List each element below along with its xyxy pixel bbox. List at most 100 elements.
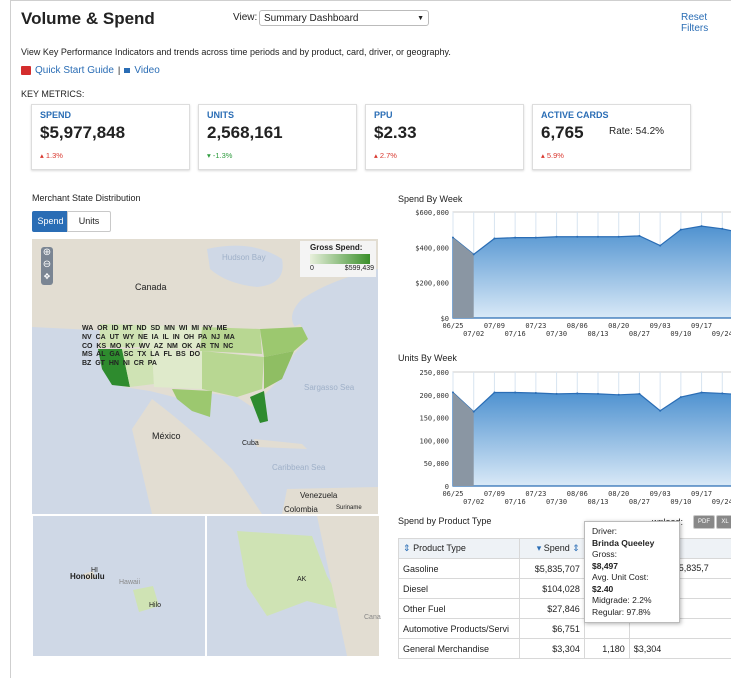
state-label[interactable]: NE (138, 334, 148, 341)
state-label[interactable]: FL (163, 351, 172, 358)
legend-gradient (310, 254, 370, 264)
hawaii-map[interactable]: Honolulu HI Hawaii Hilo (32, 515, 206, 657)
state-label[interactable]: NJ (211, 334, 220, 341)
state-label[interactable]: IA (152, 334, 159, 341)
state-label[interactable]: MS (82, 351, 93, 358)
state-label[interactable]: ME (217, 325, 228, 332)
state-label[interactable]: ID (112, 325, 119, 332)
pan-icon[interactable]: ✥ (41, 271, 53, 283)
state-label[interactable]: IN (173, 334, 180, 341)
state-label[interactable]: IL (163, 334, 169, 341)
table-row[interactable]: Automotive Products/Servi $6,751 (399, 619, 731, 639)
active-cards-card[interactable]: ACTIVE CARDS 6,765 Rate: 54.2% ▴ 5.9% (532, 104, 691, 170)
state-label[interactable]: NC (223, 343, 233, 350)
state-label[interactable]: TX (137, 351, 146, 358)
video-link[interactable]: Video (134, 65, 159, 76)
map-toggle-units[interactable]: Units (67, 211, 111, 232)
alaska-map[interactable]: AK Cana (206, 515, 380, 657)
zoom-in-icon[interactable]: ⊕ (41, 247, 53, 259)
state-label[interactable]: UT (110, 334, 119, 341)
data-point (535, 237, 537, 239)
state-label[interactable]: CA (96, 334, 106, 341)
state-label[interactable]: PA (148, 360, 157, 367)
x-tick-label: 09/03 (650, 490, 671, 498)
table-row[interactable]: Gasoline $5,835,707 2 $5,835,7 (399, 559, 731, 579)
state-label[interactable]: DO (190, 351, 201, 358)
x-tick-label: 06/25 (442, 322, 463, 330)
state-tx (172, 389, 212, 417)
state-label[interactable]: BZ (82, 360, 91, 367)
state-label[interactable]: SD (150, 325, 160, 332)
state-label[interactable]: OR (97, 325, 108, 332)
state-label[interactable]: NY (203, 325, 213, 332)
units-card[interactable]: UNITS 2,568,161 ▾ -1.3% (198, 104, 357, 170)
label-cana: Cana (364, 614, 381, 621)
state-label[interactable]: MN (164, 325, 175, 332)
state-label[interactable]: HN (109, 360, 119, 367)
cell-product: Diesel (399, 579, 520, 599)
state-label[interactable]: SC (124, 351, 134, 358)
state-abbreviations: WA OR ID MT ND SD MN WI MI NY ME NV CA U… (82, 325, 312, 369)
state-label[interactable]: GA (109, 351, 120, 358)
state-label[interactable]: AR (196, 343, 206, 350)
state-label[interactable]: AZ (154, 343, 163, 350)
state-label[interactable]: AL (96, 351, 105, 358)
main-map[interactable]: ⊕ ⊖ ✥ Hudson Bay Canada México Sargasso … (32, 239, 378, 514)
ppu-card[interactable]: PPU $2.33 ▴ 2.7% (365, 104, 524, 170)
hawaii-svg (33, 516, 205, 656)
tooltip-driver-label: Driver: (592, 526, 672, 538)
link-separator: | (118, 65, 120, 76)
units-chart[interactable]: 250,000200,000150,000100,00050,000006/25… (398, 366, 731, 514)
state-label[interactable]: WV (139, 343, 150, 350)
map-title: Merchant State Distribution (32, 193, 141, 203)
state-label[interactable]: KS (96, 343, 106, 350)
cell-spend: $6,751 (519, 619, 584, 639)
state-label[interactable]: LA (150, 351, 159, 358)
reset-filters-link[interactable]: Reset Filters (681, 12, 731, 34)
state-label[interactable]: WY (123, 334, 134, 341)
state-label[interactable]: WA (82, 325, 93, 332)
state-label[interactable]: KY (125, 343, 135, 350)
state-label[interactable]: WI (179, 325, 188, 332)
state-label[interactable]: CO (82, 343, 93, 350)
table-row[interactable]: Diesel $104,028 (399, 579, 731, 599)
state-label[interactable]: OK (182, 343, 193, 350)
quick-start-link[interactable]: Quick Start Guide (35, 65, 114, 76)
state-label[interactable]: NM (167, 343, 178, 350)
spend-card[interactable]: SPEND $5,977,848 ▴ 1.3% (31, 104, 190, 170)
state-label[interactable]: MI (191, 325, 199, 332)
state-label[interactable]: MT (122, 325, 132, 332)
state-label[interactable]: CR (134, 360, 144, 367)
x-tick-label: 07/16 (505, 330, 526, 338)
view-select[interactable]: Summary Dashboard ▼ (259, 10, 429, 26)
state-label[interactable]: ND (136, 325, 146, 332)
spend-chart[interactable]: $600,000$400,000$200,000$006/2507/0907/2… (398, 206, 731, 346)
product-table-title: Spend by Product Type (398, 516, 491, 526)
x-tick-label: 09/10 (670, 330, 691, 338)
state-label[interactable]: NV (82, 334, 92, 341)
table-row[interactable]: General Merchandise $3,304 1,180 $3,304 (399, 639, 731, 659)
zoom-out-icon[interactable]: ⊖ (41, 259, 53, 271)
map-toggle-spend[interactable]: Spend (32, 211, 69, 232)
download-pdf-button[interactable]: PDF (693, 515, 715, 529)
download-xls-button[interactable]: XL (716, 515, 731, 529)
legend-range: 0 $599,439 (300, 264, 376, 272)
state-label[interactable]: GT (95, 360, 105, 367)
spend-change: ▴ 1.3% (40, 151, 63, 160)
state-label[interactable]: BS (176, 351, 186, 358)
view-select-value: Summary Dashboard (264, 13, 358, 24)
col-spend[interactable]: ▾ Spend ⇕ (519, 539, 584, 559)
table-row[interactable]: Other Fuel $27,846 (399, 599, 731, 619)
x-tick-label: 09/10 (670, 498, 691, 506)
state-label[interactable]: MO (110, 343, 121, 350)
data-point (701, 392, 703, 394)
cell-spend: $27,846 (519, 599, 584, 619)
state-label[interactable]: OH (184, 334, 195, 341)
state-label[interactable]: PA (198, 334, 207, 341)
state-label[interactable]: NI (123, 360, 130, 367)
state-label[interactable]: MA (224, 334, 235, 341)
data-point (597, 393, 599, 395)
col-product-type[interactable]: ⇕ Product Type (399, 539, 520, 559)
data-point (556, 236, 558, 238)
state-label[interactable]: TN (210, 343, 219, 350)
